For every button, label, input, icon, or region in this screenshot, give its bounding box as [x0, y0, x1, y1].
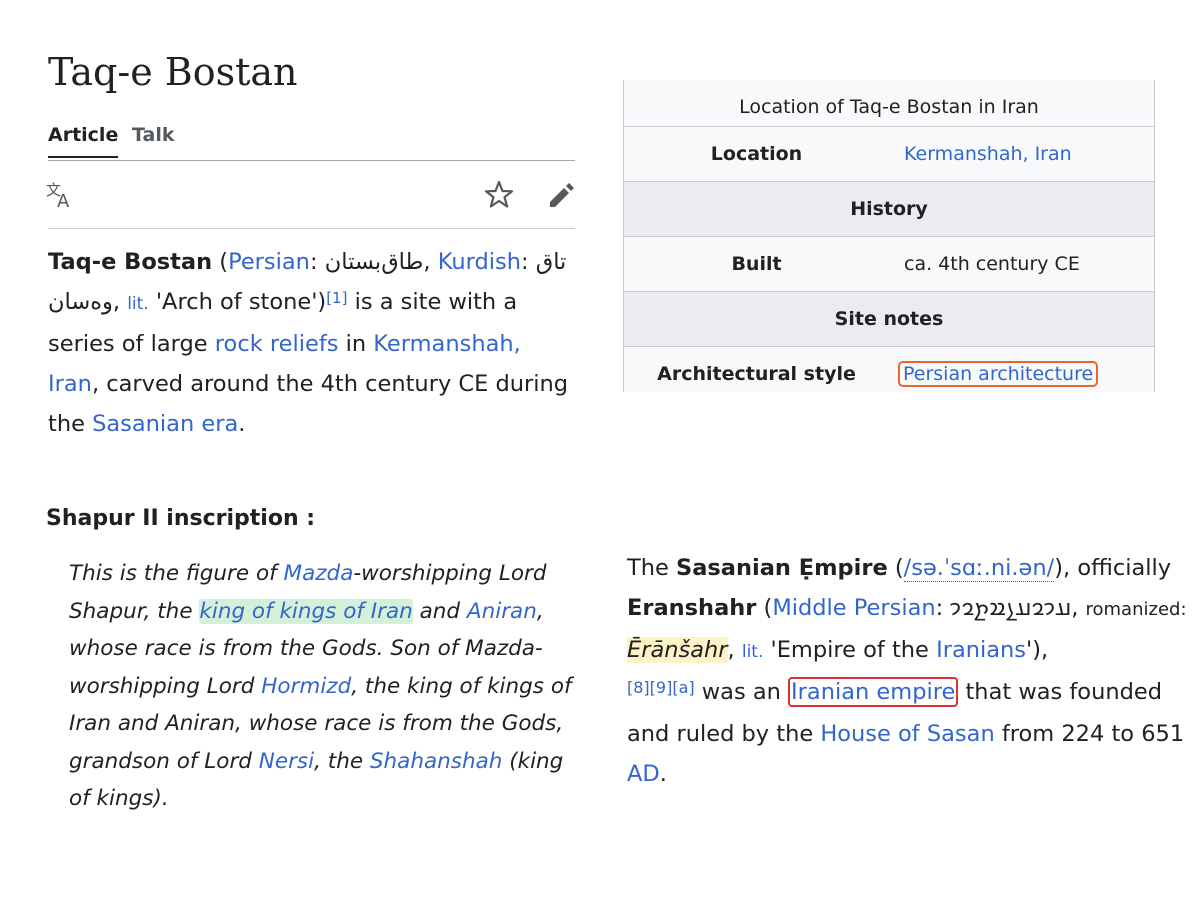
link-location[interactable]: Kermanshah, Iran	[904, 143, 1072, 165]
svg-text:A: A	[57, 191, 70, 212]
middle-persian-script: : 𐭠𐭩𐭥𐭠𐭭𐭱𐭲𐭥𐭩,	[935, 595, 1086, 621]
link-king-of-kings-of-iran[interactable]: king of kings of Iran	[199, 598, 413, 624]
link-persian[interactable]: Persian	[228, 249, 310, 275]
persian-name: : طاق‌بستان,	[309, 249, 438, 275]
site-notes-header: Site notes	[834, 308, 944, 330]
text: 'Empire of the	[763, 637, 937, 663]
link-lit[interactable]: lit.	[742, 642, 764, 662]
link-kurdish[interactable]: Kurdish	[438, 249, 521, 275]
built-value: ca. 4th century CE	[904, 253, 1080, 275]
sasanian-paragraph: The Sasanian Ẹmpire (/sə.ˈsɑː.ni.ən/), o…	[627, 548, 1187, 794]
location-label: Location	[710, 143, 803, 165]
infobox-row-location: Location Kermanshah, Iran	[624, 126, 1154, 181]
infobox-row-built: Built ca. 4th century CE	[624, 236, 1154, 291]
text: , the	[314, 748, 370, 774]
infobox-row-architecture: Architectural style Persian architecture	[624, 346, 1154, 392]
translate-icon[interactable]: 文 A	[44, 178, 78, 212]
tab-talk[interactable]: Talk	[132, 124, 174, 146]
reference-1[interactable]: [1]	[326, 289, 347, 307]
link-iranians[interactable]: Iranians	[936, 637, 1026, 663]
link-iranian-empire[interactable]: Iranian empire	[788, 677, 959, 707]
romanized-name: Ērānšahr	[627, 637, 728, 663]
link-lit[interactable]: lit.	[127, 294, 149, 314]
sasanian-empire-name: Sasanian Ẹmpire	[676, 555, 888, 581]
text: ), officially	[1054, 555, 1172, 581]
link-sasanian-era[interactable]: Sasanian era	[92, 411, 238, 437]
eranshahr-name: Eranshahr	[627, 595, 757, 621]
link-persian-architecture[interactable]: Persian architecture	[898, 361, 1099, 387]
page-tabs: Article Talk	[48, 122, 575, 161]
text: This is the figure of	[69, 561, 284, 586]
infobox-header-history: History	[624, 181, 1154, 236]
romanized-label: romanized:	[1085, 599, 1187, 620]
link-middle-persian[interactable]: Middle Persian	[772, 595, 935, 621]
text: ,	[727, 637, 742, 663]
text: The	[627, 555, 676, 581]
infobox-header-site-notes: Site notes	[624, 291, 1154, 346]
text: in	[338, 331, 374, 357]
text: was an	[694, 679, 789, 705]
inscription-quote: This is the figure of Mazda-worshipping …	[69, 555, 589, 818]
page-toolbar: 文 A	[46, 170, 578, 229]
pencil-icon[interactable]	[544, 178, 578, 212]
text: (	[887, 555, 904, 581]
link-house-of-sasan[interactable]: House of Sasan	[820, 721, 994, 747]
architecture-label: Architectural style	[657, 363, 856, 385]
tab-article[interactable]: Article	[48, 124, 119, 158]
text: and	[412, 598, 467, 624]
history-header: History	[850, 198, 928, 220]
link-ad[interactable]: AD	[627, 761, 660, 787]
page-title: Taq-e Bostan	[48, 50, 298, 94]
text: .	[238, 411, 246, 437]
article-name: Taq-e Bostan	[48, 249, 213, 275]
caption-text: Location of Taq-e Bostan in Iran	[739, 96, 1039, 118]
built-label: Built	[731, 253, 782, 275]
references[interactable]: [8][9][a]	[627, 678, 695, 697]
text: '),	[1026, 637, 1049, 663]
link-ipa-pronunciation[interactable]: /sə.ˈsɑː.ni.ən/	[903, 555, 1055, 582]
link-mazda[interactable]: Mazda	[284, 561, 354, 586]
link-rock-reliefs[interactable]: rock reliefs	[215, 331, 339, 357]
link-aniran[interactable]: Aniran	[467, 599, 537, 624]
intro-paragraph: Taq-e Bostan (Persian: طاق‌بستان, Kurdis…	[48, 242, 578, 444]
link-nersi[interactable]: Nersi	[259, 749, 314, 774]
link-hormizd[interactable]: Hormizd	[261, 674, 351, 699]
text: from 224 to 651	[994, 721, 1185, 747]
text: (	[212, 249, 229, 275]
star-icon[interactable]	[482, 178, 516, 212]
link-shahanshah[interactable]: Shahanshah	[370, 749, 503, 774]
text: (	[756, 595, 773, 621]
literal-meaning: 'Arch of stone')	[148, 289, 327, 315]
inscription-heading: Shapur II inscription :	[46, 506, 316, 531]
text: .	[659, 761, 667, 787]
infobox: Location of Taq-e Bostan in Iran Locatio…	[623, 80, 1155, 392]
